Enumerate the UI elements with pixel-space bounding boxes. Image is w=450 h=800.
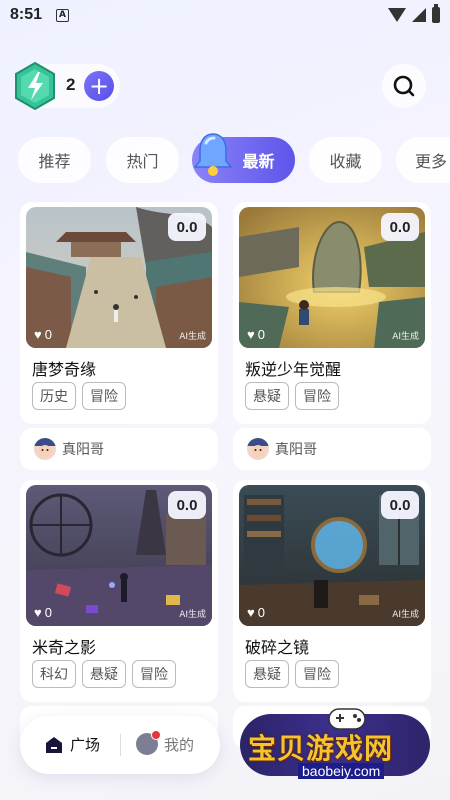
tab-hot[interactable]: 热门 [106, 137, 179, 183]
ai-generated-tag: AI生成 [179, 332, 206, 342]
category-tabs: 推荐 热门 最新 收藏 更多 [18, 133, 450, 183]
author-avatar [34, 438, 56, 460]
search-button[interactable] [382, 64, 426, 108]
author-row[interactable]: 真阳哥 [20, 428, 218, 470]
tag-chip[interactable]: 悬疑 [245, 660, 289, 688]
notification-a-icon: A [56, 8, 70, 22]
author-row[interactable]: 真阳哥 [233, 428, 431, 470]
story-card[interactable]: 0.0 ♥ 0 AI生成 叛逆少年觉醒 悬疑 冒险 [233, 202, 431, 424]
tab-favorites[interactable]: 收藏 [309, 137, 382, 183]
status-icons [388, 4, 440, 23]
heart-icon: ♥ [247, 327, 255, 342]
likes[interactable]: ♥ 0 [34, 605, 52, 620]
notification-dot [151, 730, 161, 740]
ai-generated-tag: AI生成 [179, 610, 206, 620]
energy-balance: 2 + [14, 61, 120, 111]
like-count: 0 [257, 605, 265, 620]
watermark-text: 宝贝游戏网 [248, 732, 394, 765]
cover-image: 0.0 ♥ 0 AI生成 [26, 485, 212, 626]
heart-icon: ♥ [34, 605, 42, 620]
status-bar: 8:51 A [0, 0, 450, 30]
nav-plaza[interactable]: 广场 [44, 734, 100, 755]
tag-chip[interactable]: 冒险 [295, 382, 339, 410]
rating-badge: 0.0 [381, 491, 419, 519]
rating-badge: 0.0 [168, 213, 206, 241]
status-time: 8:51 [10, 6, 43, 23]
tab-recommend[interactable]: 推荐 [18, 137, 91, 183]
rating-badge: 0.0 [381, 213, 419, 241]
tag-chip[interactable]: 科幻 [32, 660, 76, 688]
tag-list: 科幻 悬疑 冒险 [32, 660, 176, 688]
tag-chip[interactable]: 历史 [32, 382, 76, 410]
cover-image: 0.0 ♥ 0 AI生成 [239, 207, 425, 348]
tag-chip[interactable]: 冒险 [82, 382, 126, 410]
tag-list: 历史 冒险 [32, 382, 126, 410]
story-title: 米奇之影 [32, 638, 97, 657]
battery-icon [432, 4, 440, 23]
lightning-gem-icon [15, 61, 55, 111]
story-card[interactable]: 0.0 ♥ 0 AI生成 破碎之镜 悬疑 冒险 [233, 480, 431, 702]
story-title: 唐梦奇缘 [32, 360, 97, 379]
likes[interactable]: ♥ 0 [247, 327, 265, 342]
author-name: 真阳哥 [275, 442, 317, 458]
nav-mine-label: 我的 [164, 735, 195, 754]
cover-image: 0.0 ♥ 0 AI生成 [239, 485, 425, 626]
tag-chip[interactable]: 悬疑 [82, 660, 126, 688]
tab-latest-label: 最新 [242, 152, 275, 171]
story-card[interactable]: 0.0 ♥ 0 AI生成 米奇之影 科幻 悬疑 冒险 [20, 480, 218, 702]
ai-generated-tag: AI生成 [392, 610, 419, 620]
profile-icon [136, 730, 161, 755]
add-energy-button[interactable]: + [84, 71, 114, 101]
cover-image: 0.0 ♥ 0 AI生成 [26, 207, 212, 348]
tab-more[interactable]: 更多 [396, 137, 450, 183]
nav-plaza-label: 广场 [70, 736, 101, 754]
story-title: 破碎之镜 [245, 638, 310, 657]
rating-badge: 0.0 [168, 491, 206, 519]
bottom-nav: 广场 我的 [20, 716, 220, 774]
nav-mine[interactable]: 我的 [136, 730, 195, 755]
nav-divider [120, 734, 121, 756]
ai-generated-tag: AI生成 [392, 332, 419, 342]
story-title: 叛逆少年觉醒 [245, 360, 342, 379]
signal-icon [412, 8, 426, 22]
heart-icon: ♥ [247, 605, 255, 620]
watermark-url: baobeiy.com [298, 763, 385, 779]
like-count: 0 [257, 327, 265, 342]
heart-icon: ♥ [34, 327, 42, 342]
energy-count: 2 [66, 75, 76, 94]
likes[interactable]: ♥ 0 [34, 327, 52, 342]
tag-chip[interactable]: 冒险 [132, 660, 176, 688]
bell-icon [193, 133, 233, 176]
author-name: 真阳哥 [62, 442, 104, 458]
home-icon [46, 736, 62, 753]
tag-chip[interactable]: 悬疑 [245, 382, 289, 410]
search-icon [393, 75, 415, 97]
author-avatar [247, 438, 269, 460]
likes[interactable]: ♥ 0 [247, 605, 265, 620]
tag-chip[interactable]: 冒险 [295, 660, 339, 688]
tag-list: 悬疑 冒险 [245, 660, 339, 688]
tag-list: 悬疑 冒险 [245, 382, 339, 410]
wifi-icon [388, 8, 406, 22]
like-count: 0 [44, 327, 52, 342]
story-card[interactable]: 0.0 ♥ 0 AI生成 唐梦奇缘 历史 冒险 [20, 202, 218, 424]
like-count: 0 [44, 605, 52, 620]
